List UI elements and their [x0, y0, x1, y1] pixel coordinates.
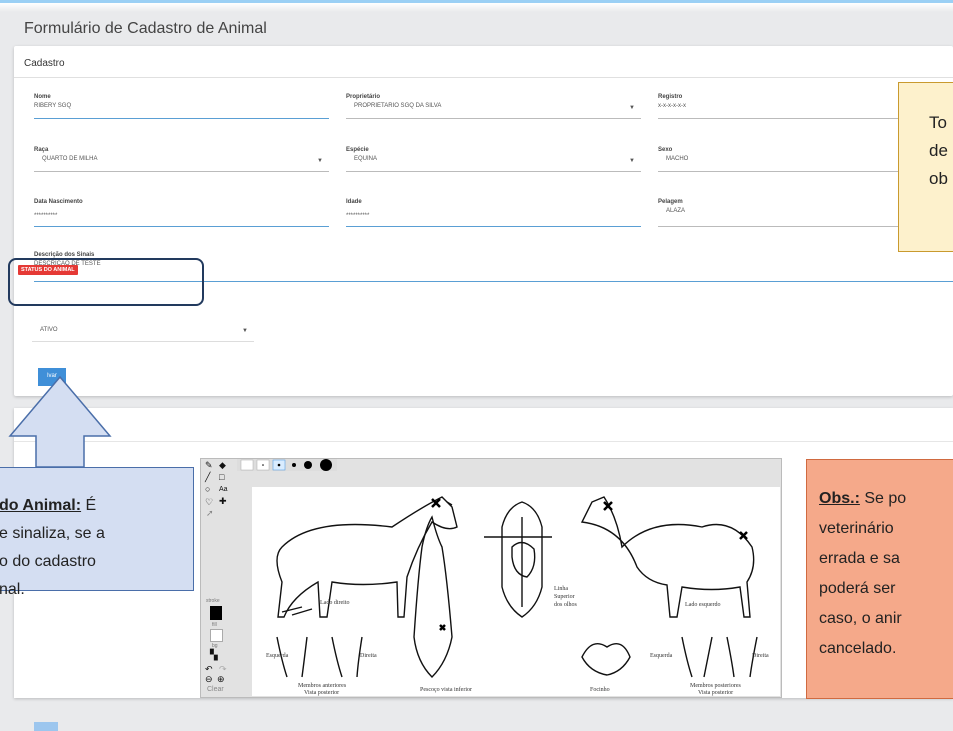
sexo-label: Sexo: [658, 147, 673, 153]
canvas-label: Linha: [554, 586, 568, 592]
eyedropper-icon[interactable]: ➚: [206, 508, 214, 519]
drawing-canvas[interactable]: Lado direito Linha Superior dos olhos La…: [252, 487, 780, 696]
note-line: ob: [929, 169, 948, 188]
canvas-label: dos olhos: [554, 602, 577, 608]
note-line: do Animal: É: [0, 492, 193, 520]
idade-value: **********: [346, 213, 370, 219]
canvas-label: Focinho: [590, 687, 610, 693]
canvas-label: Membros posteriores: [690, 683, 741, 689]
note-line: nal.: [0, 581, 25, 598]
canvas-label: Lado direito: [320, 600, 350, 606]
canvas-label: Esquerda: [650, 653, 673, 659]
note-text: É: [81, 497, 97, 514]
bottom-button[interactable]: [34, 722, 58, 731]
pencil-icon[interactable]: ✎: [205, 460, 213, 471]
registro-field[interactable]: Registro x-x-x-x-x-x: [658, 94, 928, 119]
canvas-label: Direita: [752, 653, 769, 659]
stroke-label: stroke: [206, 598, 220, 604]
status-explanation-note: do Animal: É e sinaliza, se a o do cadas…: [0, 467, 194, 598]
line-icon[interactable]: ╱: [205, 472, 210, 483]
canvas-label: Direita: [360, 653, 377, 659]
note-bold: Obs.:: [819, 490, 860, 507]
canvas-label: Vista posterior: [304, 690, 340, 696]
nome-field[interactable]: Nome RIBERY SGQ: [34, 94, 329, 119]
top-bar: [0, 0, 953, 12]
note-line: poderá ser: [819, 580, 896, 597]
cadastro-header: Cadastro: [14, 46, 953, 78]
pelagem-field[interactable]: Pelagem ALAZA: [658, 199, 928, 227]
status-select[interactable]: ATIVO ▼: [32, 322, 254, 342]
registro-label: Registro: [658, 94, 683, 100]
stroke-color[interactable]: [210, 606, 222, 620]
note-text: Se po: [859, 490, 907, 507]
fill-color[interactable]: [210, 629, 223, 642]
proprietario-select[interactable]: Proprietário PROPRIETARIO SGQ DA SILVA ▼: [346, 94, 641, 119]
chevron-down-icon: ▼: [629, 105, 635, 111]
registro-value: x-x-x-x-x-x: [658, 103, 686, 109]
arrow-up-icon: [8, 376, 112, 468]
idade-label: Idade: [346, 199, 362, 205]
rectangle-icon[interactable]: □: [219, 472, 224, 482]
circle-icon[interactable]: ○: [205, 484, 210, 494]
chevron-down-icon: ▼: [317, 158, 323, 164]
desenho-header: Desenho: [14, 408, 953, 442]
chevron-down-icon: ▼: [629, 158, 635, 164]
text-tool-icon[interactable]: Aa: [219, 486, 228, 493]
note-line: veterinário: [819, 520, 894, 537]
pelagem-label: Pelagem: [658, 199, 683, 205]
canvas-label: Lado esquerdo: [685, 602, 721, 608]
note-line: caso, o anir: [819, 610, 902, 627]
note-line: e sinaliza, se a: [0, 525, 105, 542]
zoom-out-icon[interactable]: ⊖: [205, 674, 213, 685]
checker-icon[interactable]: ▚: [210, 650, 218, 661]
sexo-value: MACHO: [666, 156, 689, 162]
nascimento-label: Data Nascimento: [34, 199, 83, 205]
bg-label: bg: [212, 643, 218, 649]
nascimento-field[interactable]: Data Nascimento **********: [34, 199, 329, 227]
required-fields-note: To de ob: [898, 82, 953, 252]
horse-diagram: [276, 496, 758, 678]
note-bold: do Animal:: [0, 497, 82, 514]
status-value: ATIVO: [40, 327, 58, 333]
especie-value: EQUINA: [354, 156, 378, 162]
fill-label: fill: [212, 622, 217, 628]
raca-select[interactable]: Raça QUARTO DE MILHA ▼: [34, 147, 329, 172]
note-line: cancelado.: [819, 640, 897, 657]
canvas-label: Esquerda: [266, 653, 289, 659]
raca-value: QUARTO DE MILHA: [42, 156, 98, 162]
note-line: Obs.: Se po: [819, 484, 953, 514]
clear-button[interactable]: Clear: [207, 686, 224, 693]
note-line: o do cadastro: [0, 553, 96, 570]
raca-label: Raça: [34, 147, 49, 153]
note-line: To: [929, 113, 947, 132]
nascimento-value: **********: [34, 213, 58, 219]
proprietario-label: Proprietário: [346, 94, 381, 100]
cadastro-card: Cadastro Nome RIBERY SGQ Proprietário PR…: [14, 46, 953, 396]
especie-select[interactable]: Espécie EQUINA ▼: [346, 147, 641, 172]
note-line: de: [929, 141, 948, 160]
pelagem-value: ALAZA: [666, 208, 686, 214]
status-highlight-box: [8, 258, 204, 306]
canvas-label: Superior: [554, 594, 575, 600]
brush-size-picker[interactable]: [237, 458, 337, 472]
idade-field[interactable]: Idade **********: [346, 199, 641, 227]
nome-value: RIBERY SGQ: [34, 103, 72, 109]
drawing-toolbar: ✎ ◆ ╱ □ ○ Aa ♡ ✚ ➚ stroke fill bg ▚ ↶ ↷ …: [203, 460, 233, 696]
proprietario-value: PROPRIETARIO SGQ DA SILVA: [354, 103, 442, 109]
canvas-label: Membros anteriores: [298, 683, 347, 689]
canvas-label: Pescoço vista inferior: [420, 687, 472, 693]
especie-label: Espécie: [346, 147, 369, 153]
sexo-select[interactable]: Sexo MACHO: [658, 147, 928, 172]
zoom-in-icon[interactable]: ⊕: [217, 674, 225, 685]
note-line: errada e sa: [819, 550, 900, 567]
fill-icon[interactable]: ◆: [219, 460, 226, 471]
canvas-label: Vista posterior: [698, 690, 734, 696]
chevron-down-icon: ▼: [242, 328, 248, 334]
move-icon[interactable]: ✚: [219, 496, 227, 507]
page-title: Formulário de Cadastro de Animal: [24, 20, 267, 37]
observation-note: Obs.: Se po veterinário errada e sa pode…: [806, 459, 953, 699]
nome-label: Nome: [34, 94, 51, 100]
lasso-icon[interactable]: ♡: [205, 497, 213, 508]
